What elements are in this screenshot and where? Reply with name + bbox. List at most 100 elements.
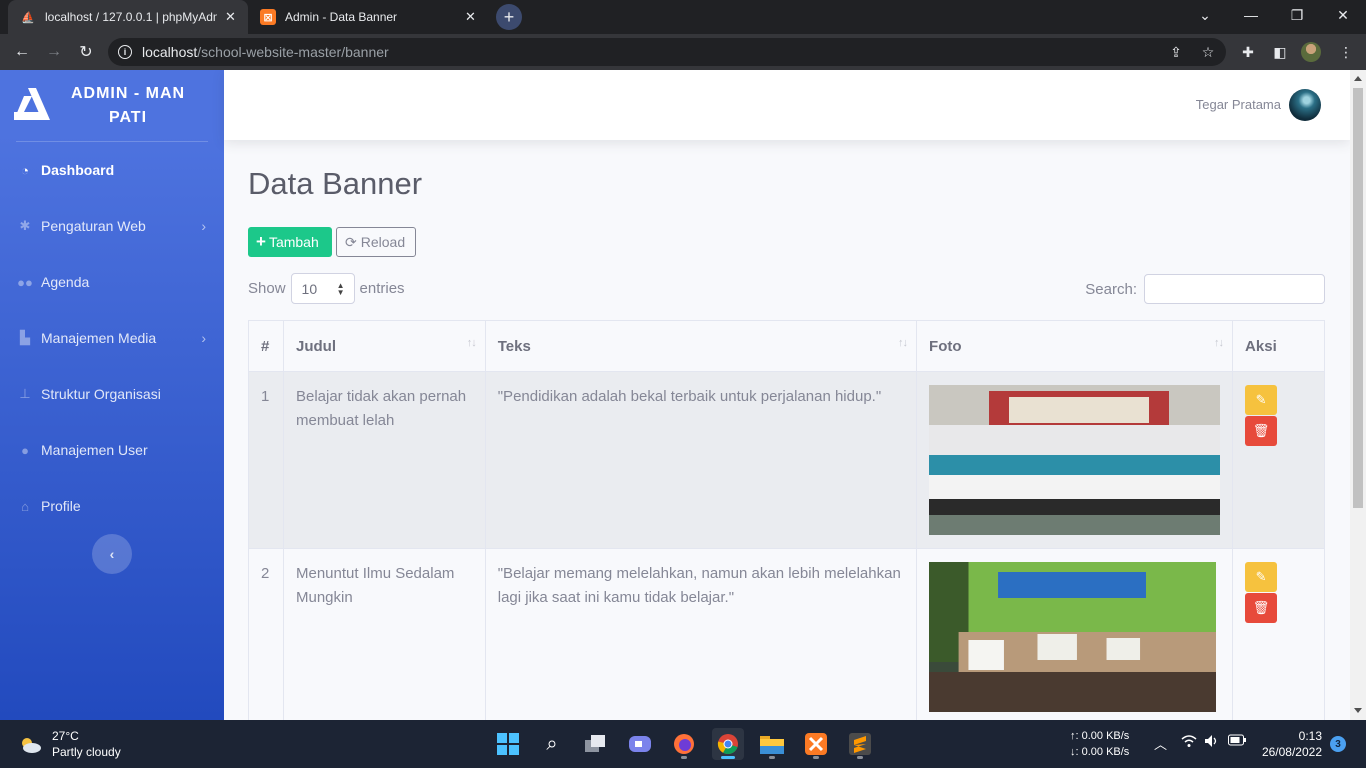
banner-photo-2[interactable] bbox=[929, 562, 1217, 712]
sidebar-item-profile[interactable]: ⌂ Profile bbox=[0, 478, 224, 534]
page-title: Data Banner bbox=[248, 166, 423, 201]
chrome-icon[interactable] bbox=[712, 728, 744, 760]
delete-button[interactable]: 🗑 bbox=[1245, 416, 1278, 446]
cell-foto bbox=[916, 548, 1234, 720]
sidebar-item-label: Struktur Organisasi bbox=[41, 386, 161, 402]
sidebar-item-label: Manajemen User bbox=[41, 442, 148, 458]
scrollbar-thumb[interactable] bbox=[1353, 88, 1363, 508]
sitemap-icon: ⊥ bbox=[19, 386, 31, 401]
header-label: Judul bbox=[295, 337, 336, 355]
select-arrows-icon: ▲ ▼ bbox=[336, 281, 345, 297]
user-avatar[interactable] bbox=[1289, 89, 1321, 121]
scroll-down-icon[interactable] bbox=[1354, 708, 1362, 713]
home-icon: ⌂ bbox=[21, 498, 29, 514]
column-header-teks[interactable]: Teks ↑↓ bbox=[484, 320, 918, 372]
sidebar-item-dashboard[interactable]: ◔ Dashboard bbox=[0, 142, 224, 198]
page-scrollbar[interactable] bbox=[1350, 70, 1366, 720]
banner-photo-1[interactable] bbox=[929, 385, 1221, 535]
column-header-judul[interactable]: Judul ↑↓ bbox=[282, 320, 486, 372]
windows-start-icon[interactable] bbox=[492, 728, 524, 760]
wifi-icon[interactable] bbox=[1181, 734, 1197, 751]
restore-button[interactable]: ❐ bbox=[1274, 0, 1320, 30]
extensions-icon[interactable]: ✚ bbox=[1236, 40, 1260, 64]
taskbar: 27°C Partly cloudy ⌕ ↑: 0.00 KB/s ↓: 0.0… bbox=[0, 720, 1366, 768]
site-info-icon[interactable]: i bbox=[118, 45, 132, 59]
add-button[interactable]: + Tambah bbox=[248, 227, 332, 257]
column-header-number[interactable]: # bbox=[248, 320, 284, 372]
network-speed: ↑: 0.00 KB/s ↓: 0.00 KB/s bbox=[1070, 728, 1129, 760]
header-label: Aksi bbox=[1245, 337, 1277, 355]
edit-button[interactable]: ✎ bbox=[1245, 562, 1278, 592]
header-label: Foto bbox=[929, 337, 962, 355]
phpmyadmin-icon: ⛵ bbox=[21, 11, 35, 24]
forward-button[interactable]: → bbox=[42, 40, 66, 64]
bookmark-star-icon[interactable]: ☆ bbox=[1196, 40, 1220, 64]
volume-icon[interactable] bbox=[1204, 734, 1220, 751]
clock-date: 26/08/2022 bbox=[1261, 745, 1322, 759]
user-icon: ● bbox=[21, 442, 29, 458]
chevron-right-icon: › bbox=[201, 330, 206, 346]
share-icon[interactable]: ⇪ bbox=[1164, 40, 1188, 64]
minimize-button[interactable]: — bbox=[1228, 0, 1274, 30]
file-explorer-icon[interactable] bbox=[756, 728, 788, 760]
close-window-button[interactable]: ✕ bbox=[1320, 0, 1366, 30]
search-input[interactable] bbox=[1144, 274, 1325, 304]
back-button[interactable]: ← bbox=[10, 40, 34, 64]
sidebar-item-manajemen-user[interactable]: ● Manajemen User bbox=[0, 422, 224, 478]
close-icon[interactable]: ✕ bbox=[465, 9, 476, 25]
address-bar[interactable]: i localhost/school-website-master/banner bbox=[108, 38, 1226, 66]
system-clock[interactable]: 0:13 26/08/2022 bbox=[1256, 728, 1322, 760]
chat-icon[interactable] bbox=[624, 728, 656, 760]
column-header-foto[interactable]: Foto ↑↓ bbox=[916, 320, 1234, 372]
sidebar-item-manajemen-media[interactable]: ▙ Manajemen Media › bbox=[0, 310, 224, 366]
reload-button-label: Reload bbox=[360, 234, 406, 250]
table-row: 1 Belajar tidak akan pernah membuat lela… bbox=[248, 371, 1325, 549]
browser-profile-avatar[interactable] bbox=[1301, 42, 1321, 62]
scroll-up-icon[interactable] bbox=[1354, 76, 1362, 81]
reload-button[interactable]: ⟳ Reload bbox=[336, 227, 416, 257]
brand-logo-icon bbox=[14, 88, 50, 120]
menu-dots-icon[interactable]: ⋮ bbox=[1334, 40, 1358, 64]
entries-select[interactable]: 10 ▲ ▼ bbox=[290, 273, 355, 304]
entries-label: entries bbox=[359, 280, 405, 297]
tab-title: localhost / 127.0.0.1 | phpMyAdm bbox=[45, 10, 217, 24]
sidebar-item-pengaturan-web[interactable]: ✱ Pengaturan Web › bbox=[0, 198, 224, 254]
edit-button[interactable]: ✎ bbox=[1245, 385, 1278, 415]
search-icon[interactable]: ⌕ bbox=[536, 728, 568, 760]
industry-icon: ▙ bbox=[20, 330, 30, 345]
battery-icon[interactable] bbox=[1228, 734, 1246, 749]
entries-select-value: 10 bbox=[301, 280, 318, 297]
weather-widget[interactable]: 27°C Partly cloudy bbox=[18, 728, 121, 760]
sidebar-item-struktur-organisasi[interactable]: ⊥ Struktur Organisasi bbox=[0, 366, 224, 422]
task-view-icon[interactable] bbox=[580, 728, 612, 760]
sidebar-toggle-button[interactable]: ‹ bbox=[92, 534, 132, 574]
sidebar-item-agenda[interactable]: ●● Agenda bbox=[0, 254, 224, 310]
tab-phpmyadmin[interactable]: ⛵ localhost / 127.0.0.1 | phpMyAdm ✕ bbox=[8, 0, 248, 34]
chevron-up-icon[interactable]: ︿ bbox=[1154, 734, 1167, 753]
chevron-right-icon: › bbox=[201, 218, 206, 234]
new-tab-button[interactable]: + bbox=[496, 4, 522, 30]
page-viewport: ADMIN - MAN PATI ◔ Dashboard ✱ Pengatura… bbox=[0, 70, 1366, 720]
sidebar: ADMIN - MAN PATI ◔ Dashboard ✱ Pengatura… bbox=[0, 70, 224, 720]
reload-page-button[interactable]: ↻ bbox=[74, 40, 98, 64]
side-panel-icon[interactable]: ◧ bbox=[1268, 40, 1292, 64]
header-label: # bbox=[261, 337, 270, 355]
delete-button[interactable]: 🗑 bbox=[1245, 593, 1278, 623]
trash-icon: 🗑 bbox=[1252, 423, 1270, 438]
xampp-taskbar-icon[interactable] bbox=[800, 728, 832, 760]
notification-badge[interactable]: 3 bbox=[1330, 736, 1346, 752]
tab-search-icon[interactable]: ⌄ bbox=[1182, 0, 1228, 30]
close-icon[interactable]: ✕ bbox=[225, 9, 236, 25]
sidebar-brand[interactable]: ADMIN - MAN PATI bbox=[0, 70, 224, 140]
weather-temp: 27°C bbox=[52, 729, 79, 743]
sidebar-item-label: Pengaturan Web bbox=[41, 218, 146, 234]
sublime-text-icon[interactable] bbox=[844, 728, 876, 760]
cell-teks: "Pendidikan adalah bekal terbaik untuk p… bbox=[484, 371, 918, 549]
topbar-username[interactable]: Tegar Pratama bbox=[1196, 97, 1281, 112]
tab-admin-banner[interactable]: ⊠ Admin - Data Banner ✕ bbox=[248, 0, 492, 34]
cell-judul: Belajar tidak akan pernah membuat lelah bbox=[282, 371, 486, 549]
table-row: 2 Menuntut Ilmu Sedalam Mungkin "Belajar… bbox=[248, 548, 1325, 720]
firefox-icon[interactable] bbox=[668, 728, 700, 760]
sort-icon: ↑↓ bbox=[1214, 337, 1224, 349]
pencil-icon: ✎ bbox=[1255, 392, 1267, 407]
